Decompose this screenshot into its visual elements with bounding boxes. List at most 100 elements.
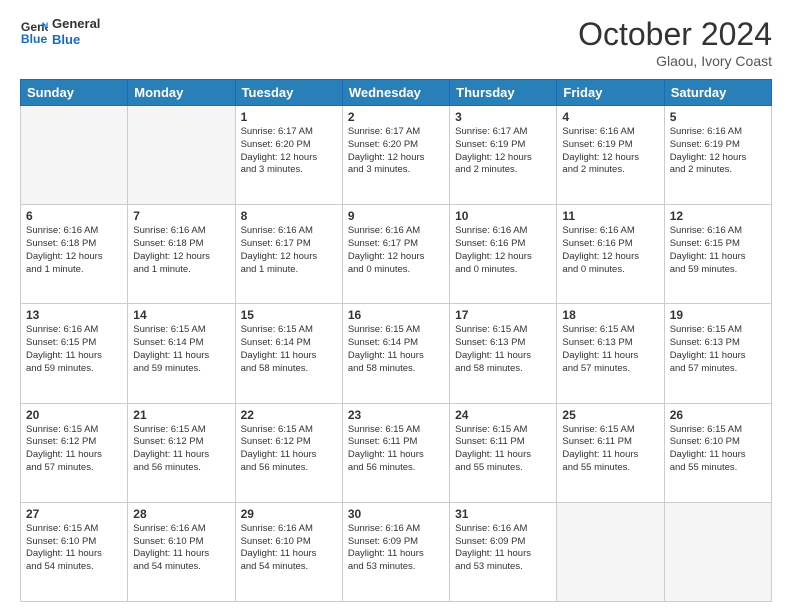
day-info: Sunrise: 6:16 AM Sunset: 6:16 PM Dayligh… (455, 225, 551, 276)
day-number: 2 (348, 110, 444, 124)
calendar-empty-cell (557, 502, 664, 601)
day-number: 17 (455, 308, 551, 322)
calendar-day-25: 25Sunrise: 6:15 AM Sunset: 6:11 PM Dayli… (557, 403, 664, 502)
calendar-day-27: 27 Sunrise: 6:15 AM Sunset: 6:10 PM Dayli… (21, 502, 128, 601)
day-info: Sunrise: 6:15 AM Sunset: 6:12 PM Dayligh… (26, 424, 122, 475)
calendar-week-5: 27 Sunrise: 6:15 AM Sunset: 6:10 PM Dayli… (21, 502, 772, 601)
day-info: Sunrise: 6:16 AM Sunset: 6:18 PM Dayligh… (133, 225, 229, 276)
svg-text:Blue: Blue (21, 32, 48, 46)
weekday-header-thursday: Thursday (450, 80, 557, 106)
calendar-day-6: 6 Sunrise: 6:16 AM Sunset: 6:18 PM Daylig… (21, 205, 128, 304)
calendar-day-1: 1 Sunrise: 6:17 AM Sunset: 6:20 PM Daylig… (235, 106, 342, 205)
day-number: 3 (455, 110, 551, 124)
day-info: Sunrise: 6:15 AM Sunset: 6:10 PM Dayligh… (26, 523, 122, 574)
calendar-week-4: 20 Sunrise: 6:15 AM Sunset: 6:12 PM Dayli… (21, 403, 772, 502)
calendar-day-14: 14Sunrise: 6:15 AM Sunset: 6:14 PM Dayli… (128, 304, 235, 403)
logo-text: General Blue (52, 16, 100, 47)
day-number: 10 (455, 209, 551, 223)
month-title: October 2024 (578, 16, 772, 53)
calendar-empty-cell (664, 502, 771, 601)
calendar-empty-cell (128, 106, 235, 205)
calendar-day-28: 28 Sunrise: 6:16 AM Sunset: 6:10 PM Dayli… (128, 502, 235, 601)
calendar-day-13: 13 Sunrise: 6:16 AM Sunset: 6:15 PM Dayli… (21, 304, 128, 403)
day-number: 20 (26, 408, 122, 422)
day-info: Sunrise: 6:17 AM Sunset: 6:20 PM Dayligh… (348, 126, 444, 177)
calendar-day-24: 24 Sunrise: 6:15 AM Sunset: 6:11 PM Dayli… (450, 403, 557, 502)
day-info: Sunrise: 6:15 AM Sunset: 6:11 PM Dayligh… (348, 424, 444, 475)
day-number: 23 (348, 408, 444, 422)
day-number: 1 (241, 110, 337, 124)
weekday-header-wednesday: Wednesday (342, 80, 449, 106)
day-info: Sunrise: 6:16 AM Sunset: 6:19 PM Dayligh… (562, 126, 658, 177)
day-info: Sunrise: 6:16 AM Sunset: 6:09 PM Dayligh… (455, 523, 551, 574)
calendar-day-11: 11 Sunrise: 6:16 AM Sunset: 6:16 PM Dayli… (557, 205, 664, 304)
day-info: Sunrise: 6:15 AM Sunset: 6:13 PM Dayligh… (670, 324, 766, 375)
calendar-day-17: 17 Sunrise: 6:15 AM Sunset: 6:13 PM Dayli… (450, 304, 557, 403)
day-info: Sunrise: 6:15 AM Sunset: 6:12 PM Dayligh… (133, 424, 229, 475)
logo: General Blue General Blue (20, 16, 100, 47)
day-info: Sunrise: 6:16 AM Sunset: 6:10 PM Dayligh… (241, 523, 337, 574)
weekday-header-tuesday: Tuesday (235, 80, 342, 106)
day-number: 15 (241, 308, 337, 322)
calendar-day-30: 30Sunrise: 6:16 AM Sunset: 6:09 PM Dayli… (342, 502, 449, 601)
day-number: 22 (241, 408, 337, 422)
day-number: 4 (562, 110, 658, 124)
calendar-day-10: 10 Sunrise: 6:16 AM Sunset: 6:16 PM Dayli… (450, 205, 557, 304)
calendar-day-31: 31Sunrise: 6:16 AM Sunset: 6:09 PM Dayli… (450, 502, 557, 601)
day-number: 9 (348, 209, 444, 223)
calendar-day-16: 16 Sunrise: 6:15 AM Sunset: 6:14 PM Dayli… (342, 304, 449, 403)
day-number: 26 (670, 408, 766, 422)
day-number: 11 (562, 209, 658, 223)
day-info: Sunrise: 6:16 AM Sunset: 6:16 PM Dayligh… (562, 225, 658, 276)
calendar-day-2: 2 Sunrise: 6:17 AM Sunset: 6:20 PM Daylig… (342, 106, 449, 205)
day-number: 5 (670, 110, 766, 124)
location-subtitle: Glaou, Ivory Coast (578, 53, 772, 69)
day-info: Sunrise: 6:15 AM Sunset: 6:14 PM Dayligh… (241, 324, 337, 375)
day-info: Sunrise: 6:15 AM Sunset: 6:11 PM Dayligh… (455, 424, 551, 475)
header: General Blue General Blue October 2024 G… (20, 16, 772, 69)
day-number: 18 (562, 308, 658, 322)
day-number: 29 (241, 507, 337, 521)
day-info: Sunrise: 6:15 AM Sunset: 6:14 PM Dayligh… (348, 324, 444, 375)
day-info: Sunrise: 6:16 AM Sunset: 6:15 PM Dayligh… (670, 225, 766, 276)
calendar-day-23: 23 Sunrise: 6:15 AM Sunset: 6:11 PM Dayli… (342, 403, 449, 502)
calendar-day-7: 7 Sunrise: 6:16 AM Sunset: 6:18 PM Daylig… (128, 205, 235, 304)
day-number: 27 (26, 507, 122, 521)
day-number: 16 (348, 308, 444, 322)
day-number: 28 (133, 507, 229, 521)
calendar-day-12: 12 Sunrise: 6:16 AM Sunset: 6:15 PM Dayli… (664, 205, 771, 304)
day-info: Sunrise: 6:16 AM Sunset: 6:19 PM Dayligh… (670, 126, 766, 177)
day-info: Sunrise: 6:15 AM Sunset: 6:13 PM Dayligh… (455, 324, 551, 375)
day-info: Sunrise: 6:16 AM Sunset: 6:17 PM Dayligh… (241, 225, 337, 276)
calendar-day-26: 26 Sunrise: 6:15 AM Sunset: 6:10 PM Dayli… (664, 403, 771, 502)
day-number: 24 (455, 408, 551, 422)
day-number: 8 (241, 209, 337, 223)
day-number: 13 (26, 308, 122, 322)
day-info: Sunrise: 6:16 AM Sunset: 6:10 PM Dayligh… (133, 523, 229, 574)
calendar-day-18: 18Sunrise: 6:15 AM Sunset: 6:13 PM Dayli… (557, 304, 664, 403)
day-number: 14 (133, 308, 229, 322)
day-info: Sunrise: 6:16 AM Sunset: 6:17 PM Dayligh… (348, 225, 444, 276)
day-info: Sunrise: 6:16 AM Sunset: 6:15 PM Dayligh… (26, 324, 122, 375)
calendar-day-3: 3Sunrise: 6:17 AM Sunset: 6:19 PM Daylig… (450, 106, 557, 205)
day-number: 7 (133, 209, 229, 223)
day-number: 19 (670, 308, 766, 322)
calendar-day-8: 8 Sunrise: 6:16 AM Sunset: 6:17 PM Daylig… (235, 205, 342, 304)
calendar-day-15: 15 Sunrise: 6:15 AM Sunset: 6:14 PM Dayli… (235, 304, 342, 403)
day-info: Sunrise: 6:17 AM Sunset: 6:20 PM Dayligh… (241, 126, 337, 177)
calendar-week-1: 1 Sunrise: 6:17 AM Sunset: 6:20 PM Daylig… (21, 106, 772, 205)
calendar-day-5: 5 Sunrise: 6:16 AM Sunset: 6:19 PM Daylig… (664, 106, 771, 205)
calendar-table: SundayMondayTuesdayWednesdayThursdayFrid… (20, 79, 772, 602)
weekday-header-row: SundayMondayTuesdayWednesdayThursdayFrid… (21, 80, 772, 106)
day-number: 12 (670, 209, 766, 223)
day-info: Sunrise: 6:15 AM Sunset: 6:10 PM Dayligh… (670, 424, 766, 475)
page: General Blue General Blue October 2024 G… (0, 0, 792, 612)
calendar-day-22: 22Sunrise: 6:15 AM Sunset: 6:12 PM Dayli… (235, 403, 342, 502)
day-info: Sunrise: 6:16 AM Sunset: 6:18 PM Dayligh… (26, 225, 122, 276)
calendar-day-20: 20 Sunrise: 6:15 AM Sunset: 6:12 PM Dayli… (21, 403, 128, 502)
calendar-day-4: 4 Sunrise: 6:16 AM Sunset: 6:19 PM Daylig… (557, 106, 664, 205)
calendar-empty-cell (21, 106, 128, 205)
weekday-header-sunday: Sunday (21, 80, 128, 106)
day-number: 6 (26, 209, 122, 223)
calendar-day-29: 29 Sunrise: 6:16 AM Sunset: 6:10 PM Dayli… (235, 502, 342, 601)
